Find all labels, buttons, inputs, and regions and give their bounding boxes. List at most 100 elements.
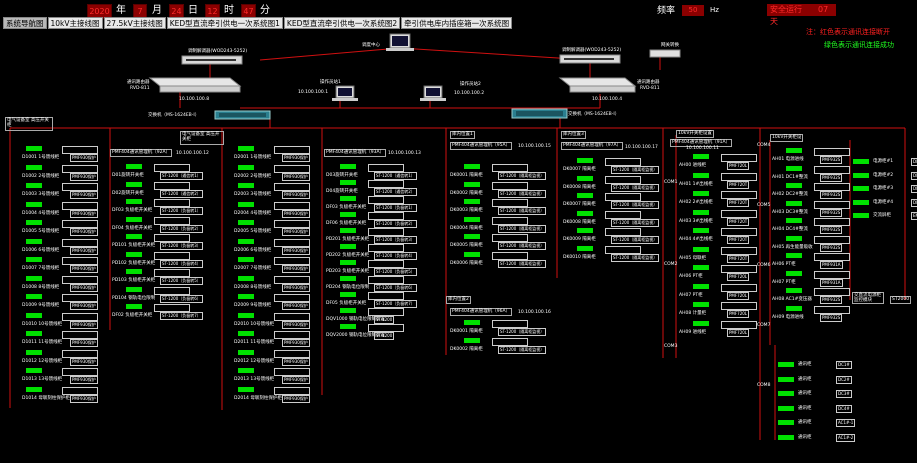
status-box xyxy=(62,146,98,154)
status-indicator xyxy=(786,288,802,293)
status-box xyxy=(154,304,190,312)
device-name: DK0005 隔离柜 xyxy=(450,243,483,248)
status-box xyxy=(721,228,757,236)
tab-ked-dc-system-1[interactable]: KED型直流牵引供电一次系统图1 xyxy=(166,17,283,29)
status-indicator xyxy=(126,216,142,222)
device-name: D1002 2号馈线柜 xyxy=(22,173,60,179)
hour-unit: 时 xyxy=(224,5,234,16)
gateway-device xyxy=(649,49,681,58)
device-name: AH08 AC1#变压器 xyxy=(772,297,812,302)
status-box xyxy=(62,164,98,173)
device-model: EM26-T535 xyxy=(911,212,917,220)
status-box xyxy=(814,218,850,226)
status-indicator xyxy=(778,391,794,396)
status-box xyxy=(814,165,850,174)
device-name: 电源柜#4 xyxy=(873,199,894,205)
status-indicator xyxy=(238,331,254,336)
tab-socket-box-system[interactable]: 牵引供电库内插座箱一次系统图 xyxy=(401,17,513,29)
switch-a xyxy=(214,110,271,120)
device-model: ST-1200 xyxy=(374,316,395,324)
device-model: ST-1200（隔离柜监视） xyxy=(611,218,660,227)
col5-room: 库内位置1 xyxy=(450,131,475,139)
device-model: PMF720L xyxy=(727,310,750,318)
device-model: ST-1200（隔离柜监视） xyxy=(498,207,547,215)
device-model: PMF930保护 xyxy=(70,302,98,310)
status-box xyxy=(274,238,310,247)
tab-ked-dc-system-2[interactable]: KED型直流牵引供电一次系统图2 xyxy=(283,17,401,29)
device-name: PD201 负极柜开关柜 xyxy=(326,237,370,242)
status-indicator xyxy=(238,257,254,262)
device-model: PMF932S xyxy=(820,243,843,252)
status-box xyxy=(62,201,98,210)
status-indicator xyxy=(464,216,480,222)
device-model: ST-1200（隔离柜监视） xyxy=(498,224,547,233)
status-box xyxy=(605,175,641,184)
device-model: PMF930保护 xyxy=(70,246,98,255)
status-box xyxy=(814,253,850,261)
device-name: AH03 DC3#整流 xyxy=(772,209,808,215)
status-indicator xyxy=(778,405,794,411)
status-box xyxy=(605,228,641,236)
col5-room2: 库内位置2 xyxy=(446,296,471,304)
workstation2-computer-icon xyxy=(420,85,446,101)
tab-system-navigation[interactable]: 系统导航图 xyxy=(3,17,47,29)
device-name: AH09 进线柜 xyxy=(679,329,707,335)
device-name: D1014 母联刻柱保护柜 xyxy=(22,395,70,401)
device-name: AH02 DC2#整流 xyxy=(772,192,808,197)
dc-power-monitor: 交直流电源柜监控模块 xyxy=(852,292,884,304)
device-model: ST-1200（隔离柜监视） xyxy=(498,345,547,354)
status-box xyxy=(154,251,190,260)
com-port-label: COM4 xyxy=(757,143,771,148)
status-box xyxy=(605,245,641,254)
device-model: ST-1200（隔离柜监视） xyxy=(498,242,547,250)
status-indicator xyxy=(340,244,356,249)
device-model: PMF930保护 xyxy=(70,320,98,329)
status-indicator xyxy=(26,164,42,170)
legend-connected: 绿色表示通讯连接成功 xyxy=(824,41,894,49)
status-box xyxy=(274,349,310,358)
status-box xyxy=(814,148,850,156)
status-box xyxy=(274,201,310,210)
router-left-name: 通讯路由器 xyxy=(127,80,150,85)
status-box xyxy=(62,386,98,395)
device-name: PD102 负极柜开关柜 xyxy=(112,260,156,266)
device-model: PMF930保护 xyxy=(282,154,310,162)
router-left xyxy=(148,77,242,93)
status-indicator xyxy=(238,349,254,355)
switch-b xyxy=(511,108,568,119)
device-name: DF05 负极柜开关柜 xyxy=(326,301,367,306)
device-name: DK0002 隔离柜 xyxy=(450,190,483,196)
device-name: AH00 进线柜 xyxy=(679,163,707,168)
device-name: DK0001 隔离柜 xyxy=(450,173,483,178)
device-name: D01旋转开关柜 xyxy=(112,173,144,178)
status-indicator xyxy=(340,292,356,297)
status-box xyxy=(814,305,850,314)
device-model: ST-1200（负极转5） xyxy=(374,268,417,276)
com-port-label: COM3 xyxy=(664,344,678,349)
device-name: D2006 6号馈线柜 xyxy=(234,247,272,253)
frequency-label: 频率 xyxy=(657,6,676,16)
status-indicator xyxy=(26,275,42,281)
device-name: D04旋转开关柜 xyxy=(326,189,358,194)
device-model: PMF720L xyxy=(727,162,750,170)
tab-10kv-main-wiring[interactable]: 10kV主接线图 xyxy=(47,17,103,29)
status-box xyxy=(721,154,757,162)
col4-header: PMF404通讯管理机（93A） xyxy=(324,149,387,157)
status-indicator xyxy=(238,386,254,392)
col3-header: 电气设备室 高压开关柜 xyxy=(180,131,224,145)
col1-header: 电气设备室 高压开关柜 xyxy=(5,117,53,131)
device-model: ST-1200（负极转5） xyxy=(160,277,203,285)
tab-27kv-main-wiring[interactable]: 27.5kV主接线图 xyxy=(103,17,166,29)
status-box xyxy=(154,286,190,295)
device-name: PD101 负极柜开关柜 xyxy=(112,243,156,248)
device-model: ST-1200（隔离柜监视） xyxy=(611,183,660,192)
com-port-label: COM6 xyxy=(757,263,771,268)
status-indicator xyxy=(340,308,356,313)
workstation2-ip: 10.100.100.2 xyxy=(454,91,485,96)
device-name: DK0008 隔离柜 xyxy=(563,219,596,225)
minute-unit: 分 xyxy=(260,5,270,16)
year-unit: 年 xyxy=(116,5,126,16)
status-box xyxy=(814,235,850,244)
status-indicator xyxy=(26,294,42,299)
status-box xyxy=(814,270,850,279)
